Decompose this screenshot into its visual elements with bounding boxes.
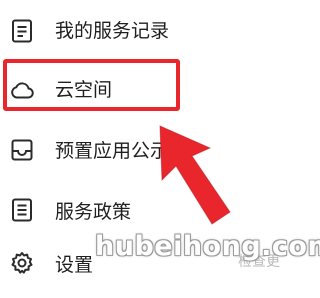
menu-item-label: 我的服务记录 (55, 20, 170, 42)
gear-icon (9, 250, 35, 276)
menu-item-service-records[interactable]: 我的服务记录 (0, 0, 289, 60)
menu-item-label: 设置 (55, 254, 94, 276)
inbox-tray-icon (9, 137, 35, 163)
document-list-icon (9, 18, 35, 44)
menu-item-label: 预置应用公示 (55, 140, 170, 162)
menu-item-preinstalled-apps[interactable]: 预置应用公示 (0, 120, 289, 180)
policy-document-icon (9, 197, 35, 223)
watermark-text: hubeihong.com (95, 231, 320, 262)
highlight-annotation-box (3, 59, 180, 111)
menu-item-label: 服务政策 (55, 201, 132, 223)
